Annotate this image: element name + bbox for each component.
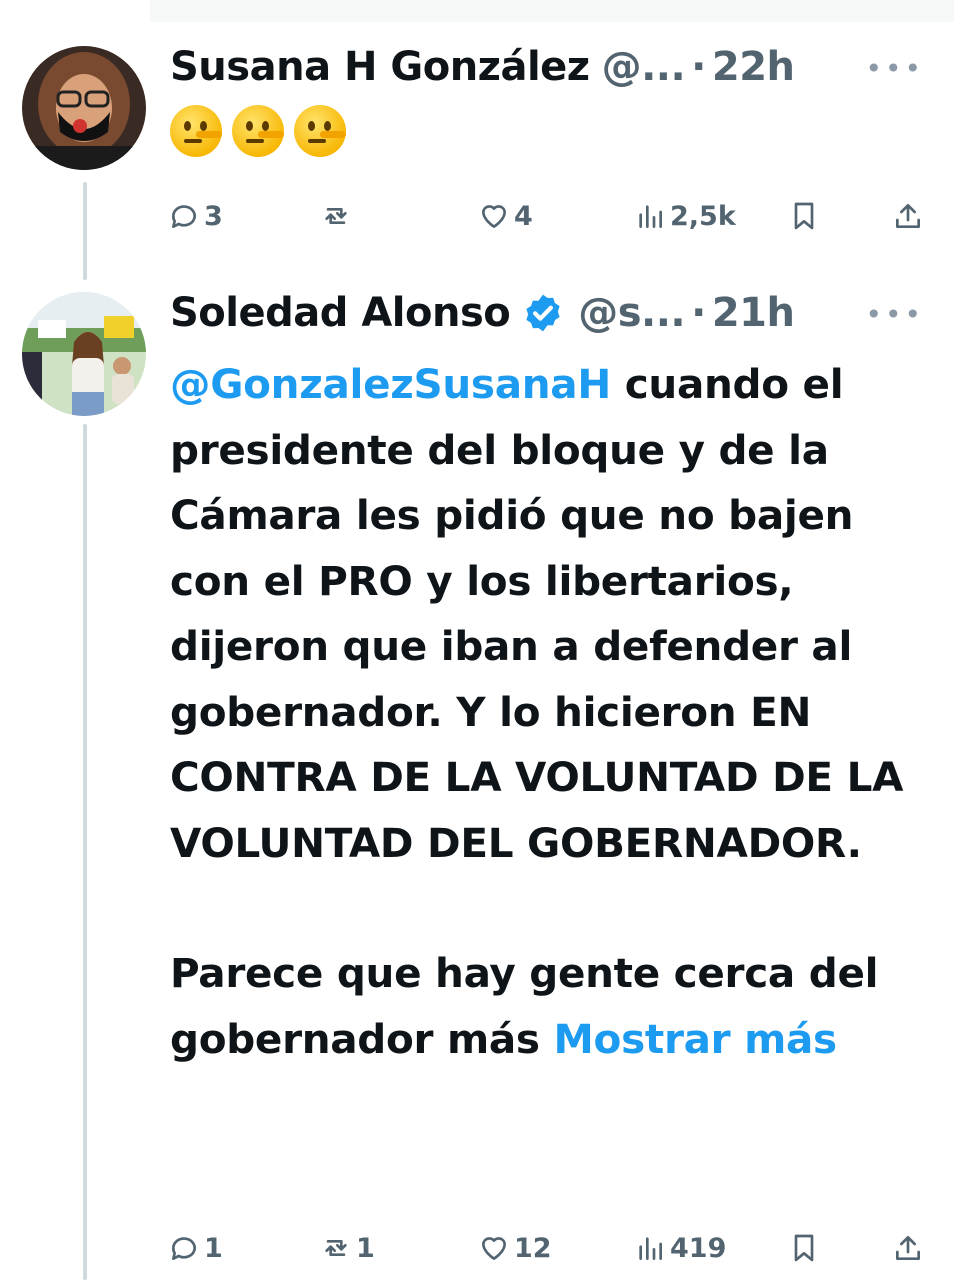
more-options-icon[interactable]: ••• xyxy=(865,298,924,331)
reply-button[interactable]: 1 xyxy=(168,1232,223,1264)
lying-face-emoji-icon xyxy=(294,105,346,157)
tweet-time[interactable]: 21h xyxy=(712,290,795,336)
tweet-header: Susana H González @... · 22h xyxy=(170,44,795,90)
mention-link[interactable]: @GonzalezSusanaH xyxy=(170,360,611,408)
avatar[interactable] xyxy=(22,292,146,416)
retweet-count: 1 xyxy=(356,1232,375,1264)
bookmark-icon xyxy=(794,1234,814,1262)
author-handle[interactable]: @s... xyxy=(578,290,685,336)
bookmark-button[interactable] xyxy=(788,200,820,232)
tweet-actions: 3 4 2,5k xyxy=(168,196,930,236)
retweet-button[interactable] xyxy=(320,200,356,232)
views-chart-icon xyxy=(639,1237,662,1260)
verified-badge-icon xyxy=(522,292,564,334)
views-count: 419 xyxy=(670,1232,727,1264)
more-options-icon[interactable]: ••• xyxy=(865,52,924,85)
bookmark-button[interactable] xyxy=(788,1232,820,1264)
tweet-paragraph: @GonzalezSusanaH cuando el presidente de… xyxy=(170,352,930,876)
tweet-header: Soledad Alonso @s... · 21h xyxy=(170,290,795,336)
show-more-link[interactable]: Mostrar más xyxy=(554,1015,838,1063)
heart-icon xyxy=(482,205,506,228)
views-count: 2,5k xyxy=(670,200,736,232)
tweet-actions: 1 1 12 419 xyxy=(168,1228,930,1268)
author-name[interactable]: Soledad Alonso xyxy=(170,290,511,336)
bookmark-icon xyxy=(794,202,814,230)
heart-icon xyxy=(482,1237,506,1260)
views-button[interactable]: 419 xyxy=(634,1232,726,1264)
reply-count: 1 xyxy=(204,1232,223,1264)
author-handle[interactable]: @... xyxy=(602,44,686,90)
thread-line-top xyxy=(83,182,87,280)
retweet-button[interactable]: 1 xyxy=(320,1232,375,1264)
tweet-emoji-content xyxy=(170,105,346,157)
reply-button[interactable]: 3 xyxy=(168,200,223,232)
tweet-body: @GonzalezSusanaH cuando el presidente de… xyxy=(170,352,930,1072)
lying-face-emoji-icon xyxy=(170,105,222,157)
like-count: 4 xyxy=(514,200,533,232)
share-button[interactable] xyxy=(892,200,924,232)
retweet-icon xyxy=(325,1240,347,1256)
separator-dot: · xyxy=(691,290,706,336)
like-button[interactable]: 12 xyxy=(478,1232,552,1264)
separator-dot: · xyxy=(691,44,706,90)
lying-face-emoji-icon xyxy=(232,105,284,157)
share-icon xyxy=(896,1236,920,1260)
like-button[interactable]: 4 xyxy=(478,200,533,232)
tweet-paragraph: Parece que hay gente cerca del gobernado… xyxy=(170,941,930,1072)
author-name[interactable]: Susana H González xyxy=(170,44,590,90)
avatar[interactable] xyxy=(22,46,146,170)
views-button[interactable]: 2,5k xyxy=(634,200,736,232)
views-chart-icon xyxy=(639,205,662,228)
top-bar xyxy=(150,0,954,22)
reply-icon xyxy=(171,1237,196,1260)
share-icon xyxy=(896,204,920,228)
share-button[interactable] xyxy=(892,1232,924,1264)
tweet-text-part1: cuando el presidente del bloque y de la … xyxy=(170,360,904,867)
retweet-icon xyxy=(325,208,347,224)
thread-line-bottom xyxy=(83,424,87,1280)
reply-icon xyxy=(171,205,196,228)
like-count: 12 xyxy=(514,1232,552,1264)
tweet-time[interactable]: 22h xyxy=(712,44,795,90)
reply-count: 3 xyxy=(204,200,223,232)
